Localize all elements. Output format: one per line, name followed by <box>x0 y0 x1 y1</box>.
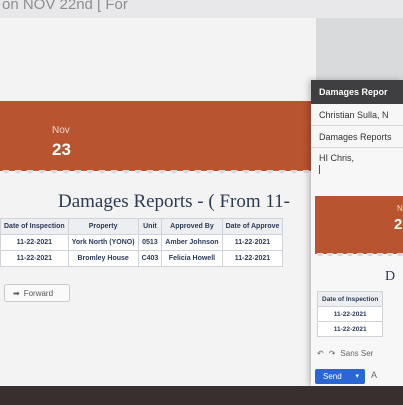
column-header: Unit <box>137 218 163 235</box>
table-cell: 0513 <box>137 234 163 251</box>
table-row: 11-22-2021 <box>316 321 384 337</box>
date-banner <box>0 101 316 171</box>
forward-button[interactable]: ➡ Forward <box>4 284 70 302</box>
table-cell: 11-22-2021 <box>316 321 384 337</box>
quoted-reports-table: Date of Inspection 11-22-2021 11-22-2021 <box>316 291 384 337</box>
desk-edge <box>0 386 403 405</box>
subject-field[interactable]: Damages Reports <box>311 126 403 148</box>
quoted-date-month: N <box>397 204 403 213</box>
table-cell: 11-22-2021 <box>316 306 384 322</box>
message-body[interactable]: HI Chris, <box>319 153 354 163</box>
quoted-date-day: 2 <box>394 216 403 233</box>
quoted-date-banner <box>315 196 403 254</box>
send-label: Send <box>323 372 342 381</box>
table-header-row: Date of Inspection Property Unit Approve… <box>0 218 284 235</box>
column-header: Property <box>67 218 139 235</box>
forward-label: Forward <box>23 288 54 298</box>
table-cell: Amber Johnson <box>161 234 223 251</box>
table-row: 11-22-2021 <box>316 306 384 322</box>
table-row: 11-22-2021 York North (YONO) 0513 Amber … <box>0 234 284 251</box>
redo-icon[interactable]: ↷ <box>329 349 336 358</box>
column-header: Date of Approve <box>221 218 284 235</box>
forward-arrow-icon: ➡ <box>13 288 20 298</box>
table-cell: 11-22-2021 <box>221 234 284 251</box>
text-format-icon[interactable]: A <box>371 370 377 380</box>
chevron-down-icon[interactable]: ▾ <box>355 369 359 384</box>
date-month: Nov <box>52 125 70 136</box>
compose-window: Damages Repor Christian Sulla, N Damages… <box>311 80 403 386</box>
top-strip: on NOV 22nd [ For <box>0 0 403 18</box>
send-row: Send ▾ A <box>311 367 403 386</box>
undo-icon[interactable]: ↶ <box>317 349 324 358</box>
table-header-row: Date of Inspection <box>316 291 384 307</box>
date-day: 23 <box>52 140 71 159</box>
send-button[interactable]: Send ▾ <box>315 369 365 384</box>
quoted-perforated-edge <box>315 253 403 261</box>
formatting-toolbar: ↶ ↷ Sans Ser <box>311 343 403 363</box>
quoted-report-title: D <box>385 269 396 284</box>
table-cell: Felicia Howell <box>161 250 223 267</box>
perforated-edge <box>0 170 316 180</box>
table-cell: 11-22-2021 <box>0 234 69 251</box>
table-cell: 11-22-2021 <box>221 250 284 267</box>
table-row: 11-22-2021 Bromley House C403 Felicia Ho… <box>0 250 284 267</box>
text-cursor <box>319 165 320 174</box>
compose-title[interactable]: Damages Repor <box>311 80 403 104</box>
column-header: Date of Inspection <box>0 218 69 235</box>
report-title: Damages Reports - ( From 11- <box>58 191 290 212</box>
subject-partial-text: on NOV 22nd [ For <box>2 0 128 13</box>
column-header: Date of Inspection <box>316 291 384 307</box>
to-field[interactable]: Christian Sulla, N <box>311 104 403 126</box>
table-cell: 11-22-2021 <box>0 250 69 267</box>
table-cell: Bromley House <box>67 250 139 267</box>
reports-table: Date of Inspection Property Unit Approve… <box>0 218 284 267</box>
table-cell: York North (YONO) <box>67 234 139 251</box>
column-header: Approved By <box>161 218 223 235</box>
font-selector[interactable]: Sans Ser <box>340 349 373 358</box>
table-cell: C403 <box>137 250 163 267</box>
